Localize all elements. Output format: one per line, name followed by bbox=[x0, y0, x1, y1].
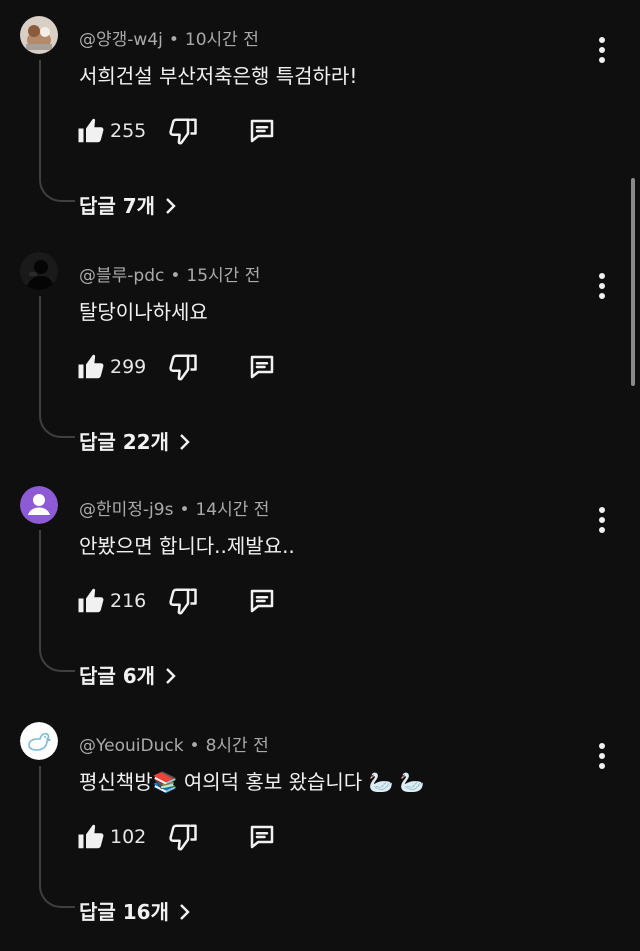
dislike-button[interactable] bbox=[168, 116, 198, 146]
reply-button[interactable] bbox=[247, 822, 277, 852]
comment-actions: 299 bbox=[76, 346, 396, 386]
like-count: 299 bbox=[110, 356, 147, 378]
view-replies-button[interactable]: 답글 22개 bbox=[79, 426, 191, 456]
more-options-button[interactable] bbox=[588, 272, 616, 300]
thumbs-up-icon bbox=[78, 118, 104, 143]
view-replies-button[interactable]: 답글 16개 bbox=[79, 896, 191, 926]
more-dot bbox=[599, 507, 605, 513]
reply-button[interactable] bbox=[247, 116, 277, 146]
more-options-button[interactable] bbox=[588, 506, 616, 534]
silhouette-avatar-icon bbox=[20, 252, 58, 290]
like-count: 102 bbox=[110, 826, 147, 848]
more-dot bbox=[599, 743, 605, 749]
avatar[interactable] bbox=[20, 722, 58, 760]
comment-author[interactable]: @양갱-w4j bbox=[79, 30, 163, 50]
dislike-button[interactable] bbox=[168, 822, 198, 852]
more-dot bbox=[599, 527, 605, 533]
comment-actions: 255 bbox=[76, 110, 396, 150]
thumbs-up-icon bbox=[78, 354, 104, 379]
reply-thread-line bbox=[39, 60, 75, 202]
more-dot bbox=[599, 37, 605, 43]
default-person-avatar-icon bbox=[20, 486, 58, 524]
more-dot bbox=[599, 753, 605, 759]
view-replies-button[interactable]: 답글 7개 bbox=[79, 190, 177, 220]
replies-label: 답글 7개 bbox=[79, 194, 156, 218]
like-button[interactable] bbox=[76, 822, 106, 852]
meta-separator: • bbox=[179, 500, 190, 520]
reply-thread-line bbox=[39, 296, 75, 438]
view-replies-button[interactable]: 답글 6개 bbox=[79, 660, 177, 690]
comment-author[interactable]: @YeouiDuck bbox=[79, 736, 184, 756]
chevron-right-icon bbox=[179, 902, 191, 926]
chevron-right-icon bbox=[165, 666, 177, 690]
thumbs-down-icon bbox=[169, 354, 197, 381]
comments-page: @양갱-w4j • 10시간 전 서희건설 부산저축은행 특검하라! 255 답… bbox=[0, 0, 640, 951]
comment-text: 평신책방📚 여의덕 홍보 왔습니다 🦢 🦢 bbox=[79, 770, 425, 794]
comment-thread: @양갱-w4j • 10시간 전 서희건설 부산저축은행 특검하라! 255 답… bbox=[0, 16, 640, 252]
chevron-right-icon bbox=[165, 196, 177, 220]
comment-thread: @한미정-j9s • 14시간 전 안봤으면 합니다..제발요.. 216 답글… bbox=[0, 486, 640, 722]
thumbs-down-icon bbox=[169, 824, 197, 851]
comment-text: 안봤으면 합니다..제발요.. bbox=[79, 534, 295, 558]
reply-button[interactable] bbox=[247, 352, 277, 382]
comment-time: 10시간 전 bbox=[184, 30, 259, 50]
comment-reply-icon bbox=[250, 119, 274, 143]
replies-label: 답글 16개 bbox=[79, 900, 169, 924]
comment-thread: @블루-pdc • 15시간 전 탈당이나하세요 299 답글 22개 bbox=[0, 252, 640, 488]
chevron-right-icon bbox=[179, 432, 191, 456]
comment-reply-icon bbox=[250, 355, 274, 379]
like-button[interactable] bbox=[76, 116, 106, 146]
avatar[interactable] bbox=[20, 16, 58, 54]
more-dot bbox=[599, 57, 605, 63]
meta-separator: • bbox=[168, 30, 179, 50]
dislike-button[interactable] bbox=[168, 352, 198, 382]
scrollbar[interactable] bbox=[631, 178, 635, 386]
reply-thread-line bbox=[39, 530, 75, 672]
like-button[interactable] bbox=[76, 586, 106, 616]
more-dot bbox=[599, 273, 605, 279]
more-options-button[interactable] bbox=[588, 36, 616, 64]
avatar[interactable] bbox=[20, 486, 58, 524]
meta-separator: • bbox=[189, 736, 200, 756]
comment-text: 서희건설 부산저축은행 특검하라! bbox=[79, 64, 358, 88]
avatar[interactable] bbox=[20, 252, 58, 290]
more-options-button[interactable] bbox=[588, 742, 616, 770]
comment-time: 14시간 전 bbox=[195, 500, 270, 520]
reply-button[interactable] bbox=[247, 586, 277, 616]
comment-reply-icon bbox=[250, 825, 274, 849]
photo-avatar-icon bbox=[20, 16, 58, 54]
more-dot bbox=[599, 763, 605, 769]
thumbs-down-icon bbox=[169, 588, 197, 615]
duck-logo-avatar-icon bbox=[20, 722, 58, 760]
comment-author[interactable]: @블루-pdc bbox=[79, 266, 164, 286]
reply-thread-line bbox=[39, 766, 75, 908]
comment-actions: 216 bbox=[76, 580, 396, 620]
comment-actions: 102 bbox=[76, 816, 396, 856]
like-count: 216 bbox=[110, 590, 147, 612]
comment-time: 15시간 전 bbox=[186, 266, 261, 286]
more-dot bbox=[599, 283, 605, 289]
thumbs-up-icon bbox=[78, 588, 104, 613]
like-count: 255 bbox=[110, 120, 147, 142]
like-button[interactable] bbox=[76, 352, 106, 382]
replies-label: 답글 22개 bbox=[79, 430, 169, 454]
more-dot bbox=[599, 47, 605, 53]
dislike-button[interactable] bbox=[168, 586, 198, 616]
comment-reply-icon bbox=[250, 589, 274, 613]
more-dot bbox=[599, 517, 605, 523]
replies-label: 답글 6개 bbox=[79, 664, 156, 688]
thumbs-down-icon bbox=[169, 118, 197, 145]
more-dot bbox=[599, 293, 605, 299]
comment-time: 8시간 전 bbox=[205, 736, 269, 756]
comment-text: 탈당이나하세요 bbox=[79, 300, 208, 324]
comment-thread: @YeouiDuck • 8시간 전 평신책방📚 여의덕 홍보 왔습니다 🦢 🦢 1… bbox=[0, 722, 640, 951]
comment-author[interactable]: @한미정-j9s bbox=[79, 500, 173, 520]
thumbs-up-icon bbox=[78, 824, 104, 849]
meta-separator: • bbox=[170, 266, 181, 286]
